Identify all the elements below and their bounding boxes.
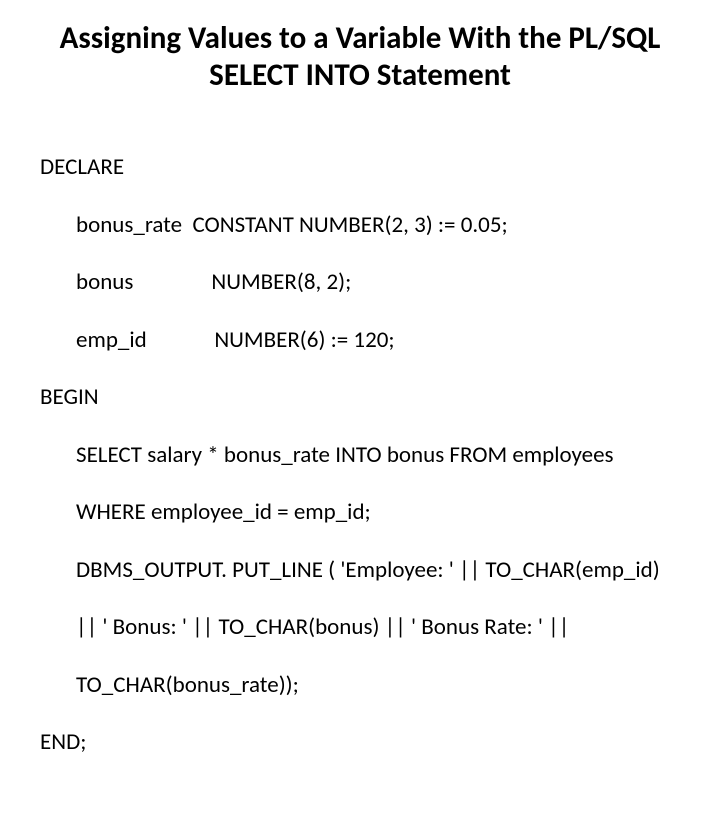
code-line: bonus_rate CONSTANT NUMBER(2, 3) := 0.05… (40, 211, 680, 240)
slide-title: Assigning Values to a Variable With the … (40, 20, 680, 94)
code-line: SELECT salary * bonus_rate INTO bonus FR… (40, 441, 680, 470)
code-line: BEGIN (40, 383, 680, 412)
code-line: TO_CHAR(bonus_rate)); (40, 671, 680, 700)
code-line: || ' Bonus: ' || TO_CHAR(bonus) || ' Bon… (40, 613, 680, 642)
code-line: DECLARE (40, 153, 680, 182)
code-line: WHERE employee_id = emp_id; (40, 498, 680, 527)
title-line-2: SELECT INTO Statement (209, 56, 511, 94)
title-line-1: Assigning Values to a Variable With the … (60, 19, 661, 57)
code-line: emp_id NUMBER(6) := 120; (40, 326, 680, 355)
code-block: DECLARE bonus_rate CONSTANT NUMBER(2, 3)… (40, 124, 680, 814)
code-line: DBMS_OUTPUT. PUT_LINE ( 'Employee: ' || … (40, 556, 680, 585)
code-line: bonus NUMBER(8, 2); (40, 268, 680, 297)
slide: Assigning Values to a Variable With the … (0, 0, 720, 540)
code-line: END; (40, 728, 680, 757)
